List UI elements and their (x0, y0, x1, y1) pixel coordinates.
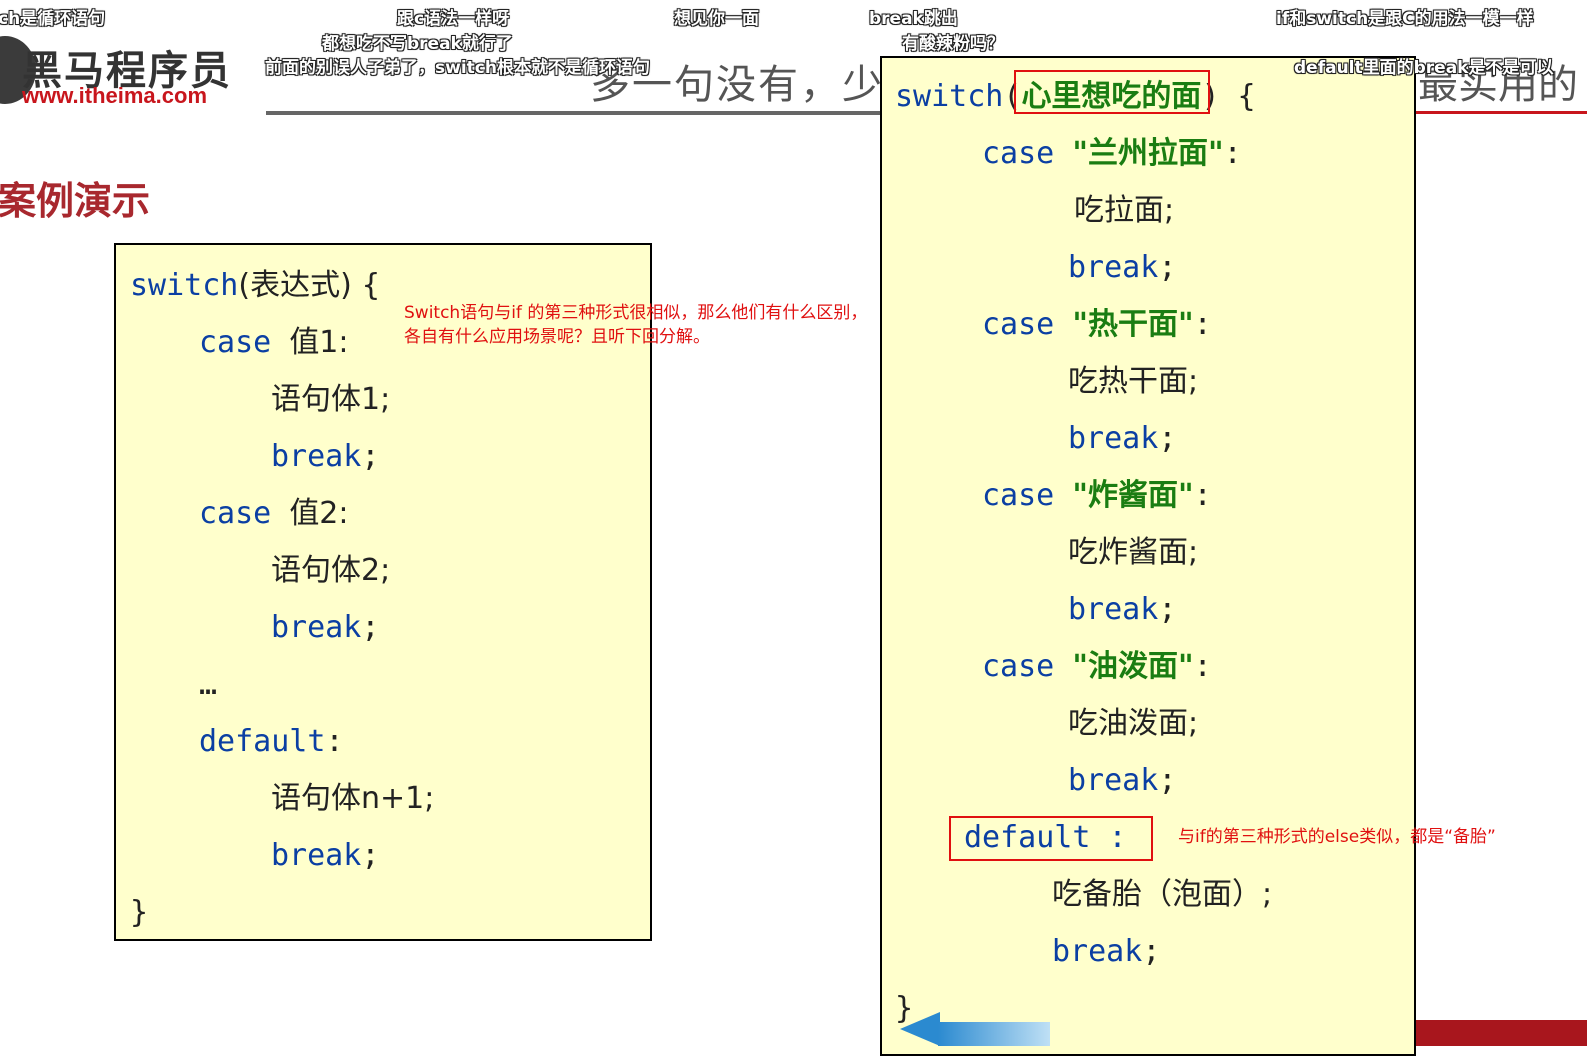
code-line-case1: case 值1: (199, 325, 349, 360)
header-divider (266, 111, 882, 115)
code-line-case-zhajiangmian: case "炸酱面": (982, 478, 1212, 513)
code-line-stmt-zhajiangmian: 吃炸酱面; (1068, 535, 1199, 570)
code-line-case-reganmian: case "热干面": (982, 307, 1212, 342)
code-line-break2: break; (271, 610, 380, 645)
code-line-break-3: break; (1068, 592, 1177, 627)
code-line-stmt-reganmian: 吃热干面; (1068, 364, 1199, 399)
code-line-stmtn: 语句体n+1; (271, 781, 435, 816)
danmaku-comment: if和switch是跟C的用法一模一样 (1276, 9, 1534, 29)
code-line-default: default: (199, 724, 344, 759)
default-note: 与if的第三种形式的else类似，都是“备胎” (1178, 827, 1496, 847)
code-line-break-default: break; (1052, 934, 1161, 969)
code-line-case2: case 值2: (199, 496, 349, 531)
section-title: 案例演示 (0, 179, 151, 223)
danmaku-comment: 想见你一面 (674, 9, 759, 29)
header-divider-accent (1416, 111, 1587, 114)
switch-vs-if-note-line1: Switch语句与if 的第三种形式很相似，那么他们有什么区别， (404, 303, 868, 323)
previous-arrow-icon (900, 1012, 940, 1046)
code-line-break3: break; (271, 838, 380, 873)
code-line-break-1: break; (1068, 250, 1177, 285)
logo-url: www.itheima.com (22, 83, 208, 108)
switch-vs-if-note-line2: 各自有什么应用场景呢？且听下回分解。 (404, 327, 710, 347)
code-line-ellipsis: … (199, 667, 218, 702)
code-line-stmt-default: 吃备胎（泡面）; (1052, 877, 1273, 912)
code-line-stmt-lanzhou: 吃拉面; (1074, 193, 1175, 228)
danmaku-comment: default里面的break是不是可以 (1294, 58, 1554, 78)
footer-accent (1416, 1020, 1587, 1046)
code-line-break1: break; (271, 439, 380, 474)
code-line-break-2: break; (1068, 421, 1177, 456)
code-line-stmt-youpomian: 吃油泼面; (1068, 706, 1199, 741)
example-code-box: switch(心里想吃的面) { case "兰州拉面": 吃拉面; break… (880, 56, 1416, 1056)
code-line-stmt2: 语句体2; (271, 553, 391, 588)
danmaku-comment: 前面的别误人子弟了，switch根本就不是循环语句 (265, 58, 650, 78)
nav-bar-decoration (938, 1022, 1050, 1046)
default-highlight (949, 816, 1153, 861)
switch-expression-highlight (1014, 70, 1210, 114)
code-line-switch: switch(表达式) { (130, 268, 381, 303)
danmaku-comment: 都想吃不写break就行了 (322, 34, 513, 54)
danmaku-comment: ch是循环语句 (0, 9, 106, 29)
danmaku-comment: 有酸辣粉吗？ (902, 34, 1004, 54)
danmaku-comment: break跳出 (869, 9, 958, 29)
code-line-close: } (130, 895, 149, 930)
code-line-stmt1: 语句体1; (271, 382, 391, 417)
code-line-case-lanzhou: case "兰州拉面": (982, 136, 1242, 171)
code-line-case-youpomian: case "油泼面": (982, 649, 1212, 684)
danmaku-comment: 跟c语法一样呀 (397, 9, 510, 29)
code-line-break-4: break; (1068, 763, 1177, 798)
